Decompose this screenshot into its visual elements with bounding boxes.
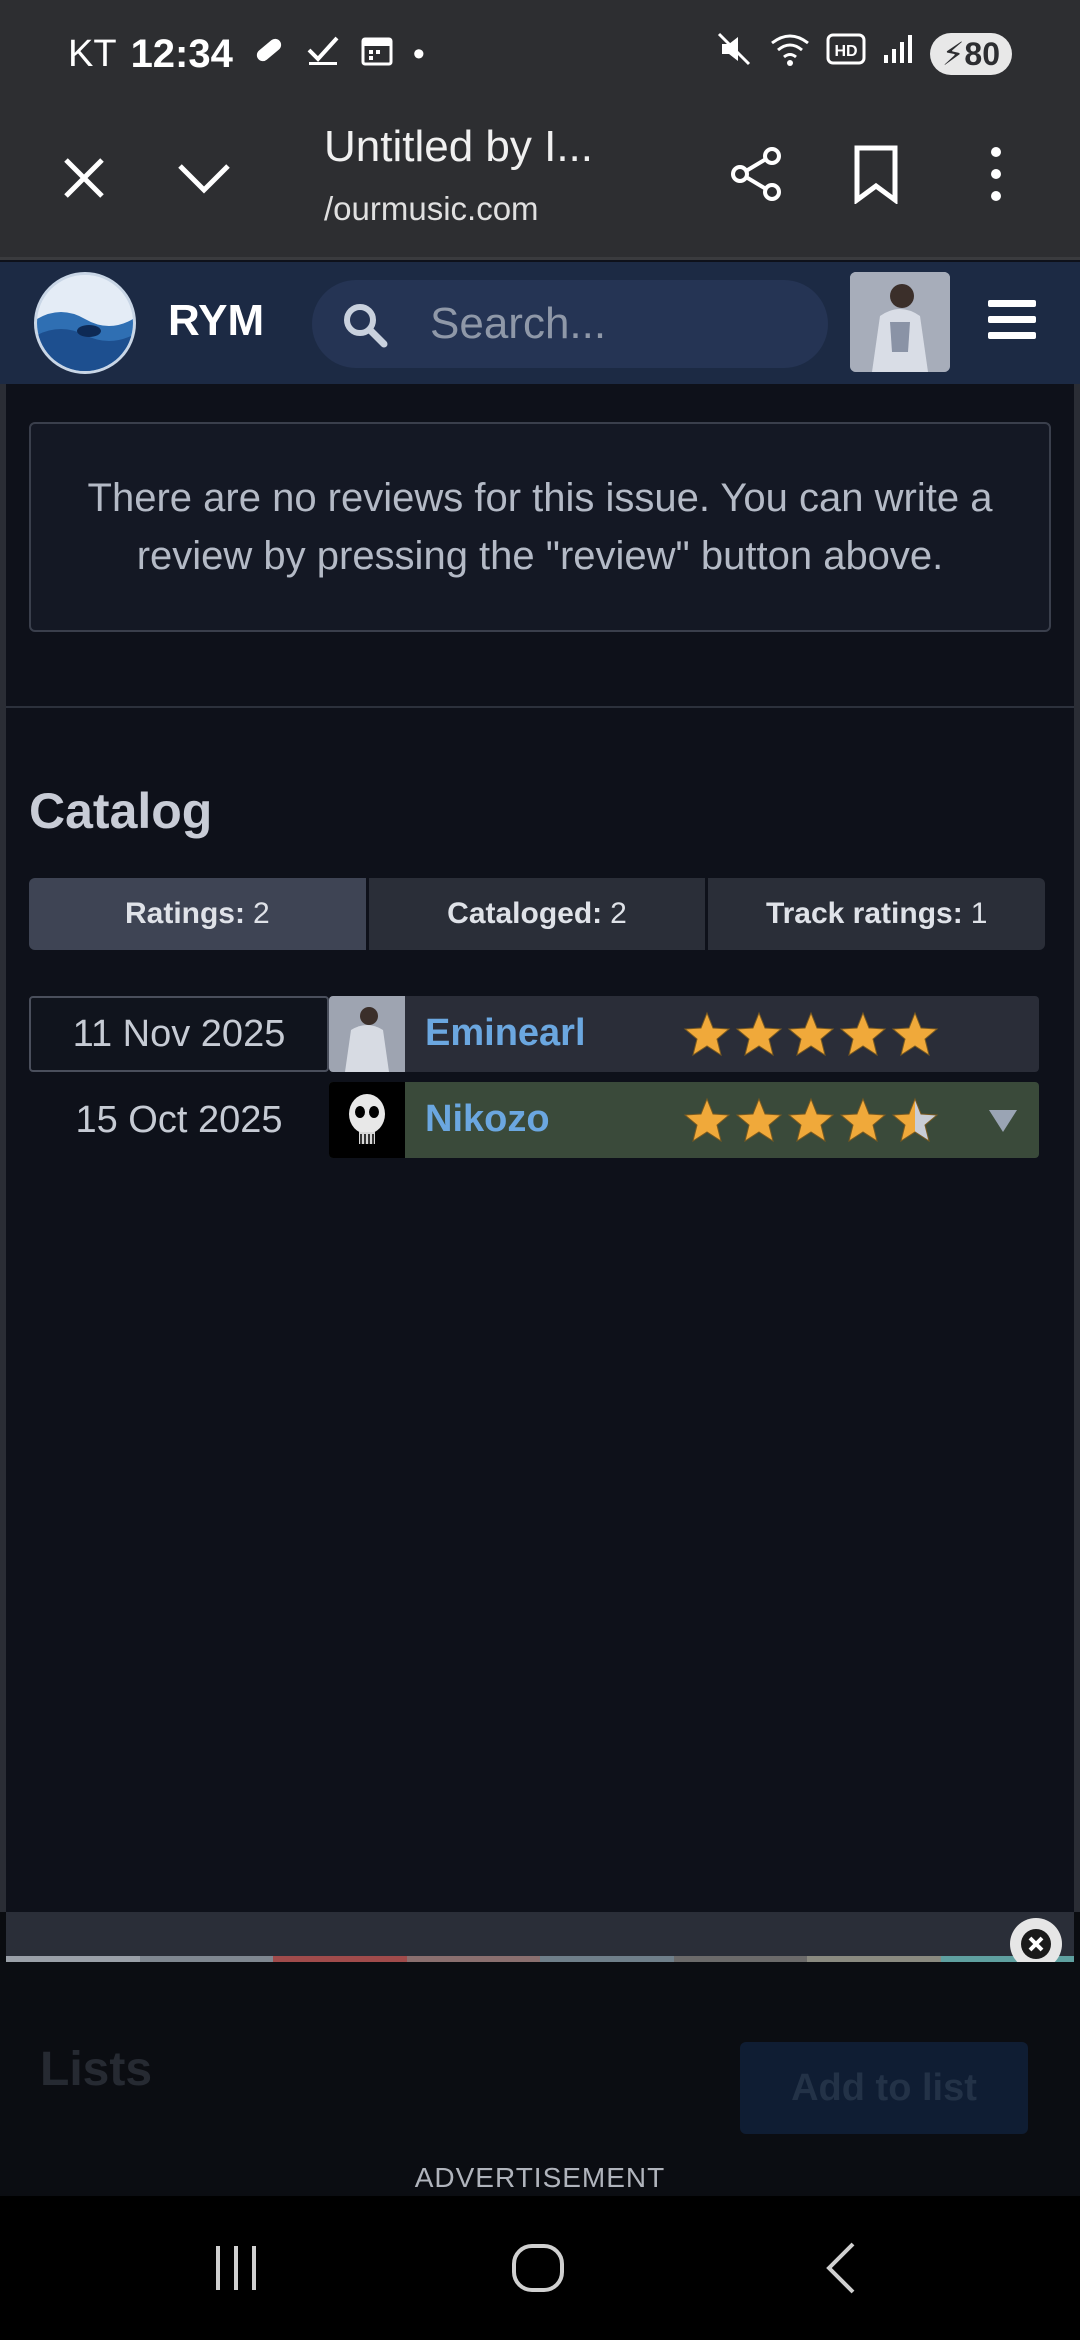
star-icon [787,1011,835,1057]
tab-cataloged[interactable]: Cataloged: 2 [368,878,709,950]
signal-icon [880,31,916,77]
rating-row[interactable]: 15 Oct 2025 Nikozo [29,1082,1039,1158]
star-rating [681,1096,941,1144]
browser-toolbar: Untitled by I... /ourmusic.com [0,108,1080,260]
mute-icon [714,29,754,79]
username-link[interactable]: Eminearl [425,1012,586,1055]
brand-name[interactable]: RYM [168,296,264,346]
rating-row-body: Nikozo [329,1082,1039,1158]
star-icon [839,1011,887,1057]
clock: 12:34 [130,31,233,76]
catalog-tabs: Ratings: 2 Cataloged: 2 Track ratings: 1 [29,878,1045,950]
rating-row[interactable]: 11 Nov 2025 Eminearl [29,996,1039,1072]
advertisement-label: ADVERTISEMENT [414,2162,666,2193]
tab-track-ratings[interactable]: Track ratings: 1 [708,878,1045,950]
catalog-heading: Catalog [29,783,213,839]
status-bar: KT 12:34 • HD ⚡80 [0,0,1080,108]
content-right-border [1074,384,1080,1914]
user-thumbnail[interactable] [329,1082,405,1158]
user-avatar[interactable] [850,272,950,372]
hamburger-menu-icon[interactable] [984,292,1044,352]
username-link[interactable]: Nikozo [425,1098,550,1141]
pill-icon [251,32,287,77]
system-nav-bar [0,2196,1080,2340]
ad-overlay: Lists Add to list [0,1962,1080,2166]
close-icon[interactable] [48,142,120,214]
tab-ratings[interactable]: Ratings: 2 [29,878,369,950]
tab-track-ratings-label: Track ratings: [765,897,963,930]
star-rating [681,1010,941,1058]
recent-apps-icon[interactable] [200,2232,272,2304]
rating-date: 11 Nov 2025 [29,996,329,1072]
main-content: There are no reviews for this issue. You… [6,384,1074,1914]
search-box[interactable] [312,280,828,368]
star-icon [839,1097,887,1143]
expand-triangle-icon[interactable] [985,1104,1021,1136]
ratings-list: 11 Nov 2025 Eminearl 15 Oct 2025 Nikozo [29,996,1039,1168]
star-icon [787,1097,835,1143]
tab-cataloged-count: 2 [610,897,627,930]
svg-text:HD: HD [834,43,857,60]
search-icon[interactable] [340,300,390,350]
tab-ratings-count: 2 [252,897,270,930]
advertisement-area: Lists Add to list [0,1912,1080,2196]
lists-heading: Lists [40,2043,153,2096]
more-options-icon[interactable] [960,138,1032,210]
star-icon [891,1011,939,1057]
tab-track-ratings-count: 1 [970,897,988,930]
page-url[interactable]: /ourmusic.com [324,190,539,228]
battery-indicator: ⚡80 [929,33,1012,75]
rating-date: 15 Oct 2025 [75,1098,283,1141]
hd-icon: HD [826,31,866,77]
tab-cataloged-label: Cataloged: [447,897,603,930]
star-icon [891,1097,939,1143]
section-divider [6,706,1074,708]
bookmark-icon[interactable] [840,138,912,210]
star-icon [735,1097,783,1143]
add-to-list-button[interactable]: Add to list [740,2042,1028,2134]
wifi-icon [768,29,812,79]
site-header: RYM [0,262,1080,384]
star-icon [735,1011,783,1057]
rym-logo[interactable] [34,272,136,374]
ad-strip [6,1912,1074,1956]
tab-ratings-label: Ratings: [124,897,245,930]
calendar-icon [359,32,395,77]
home-icon[interactable] [502,2232,574,2304]
carrier-label: KT [68,32,117,75]
back-icon[interactable] [806,2232,878,2304]
star-icon [683,1011,731,1057]
chevron-down-icon[interactable] [168,142,240,214]
user-thumbnail[interactable] [329,996,405,1072]
share-icon[interactable] [720,138,792,210]
page-title: Untitled by I... [324,122,594,171]
star-icon [683,1097,731,1143]
search-input[interactable] [430,294,810,354]
check-icon [305,32,341,77]
no-reviews-notice: There are no reviews for this issue. You… [29,422,1051,632]
notification-dot: • [412,34,425,73]
rating-row-body: Eminearl [329,996,1039,1072]
